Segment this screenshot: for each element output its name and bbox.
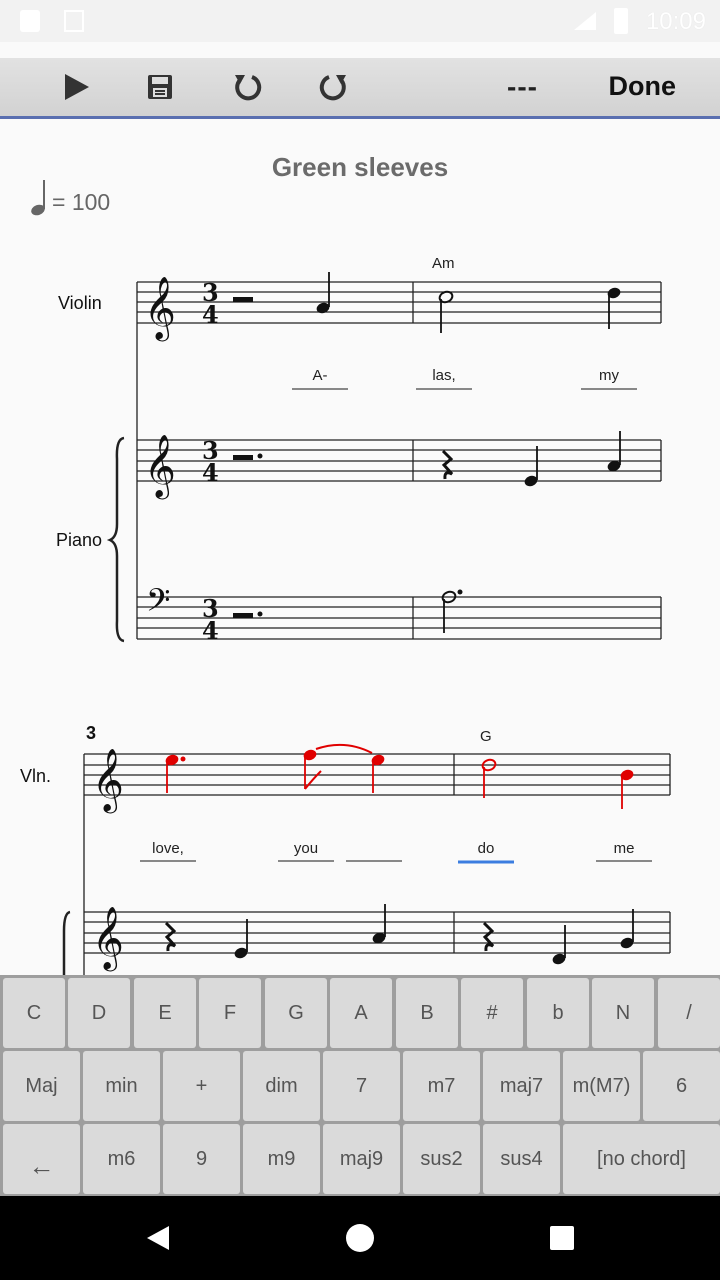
svg-text:𝄞: 𝄞	[144, 434, 176, 500]
key-aug[interactable]: +	[163, 1051, 240, 1121]
key-dim[interactable]: dim	[243, 1051, 320, 1121]
svg-text:4: 4	[202, 616, 219, 645]
play-icon	[65, 74, 89, 100]
key-maj[interactable]: Maj	[3, 1051, 80, 1121]
key-sus4[interactable]: sus4	[483, 1124, 560, 1194]
key-slash[interactable]: /	[658, 978, 720, 1048]
chord-keyboard: C D E F G A B # b N / Maj min + dim 7 m7…	[0, 975, 720, 1196]
notation-canvas: 𝄞 𝄞 𝄢 𝄞 𝄞 34 34 34	[62, 272, 671, 975]
key-maj7[interactable]: maj7	[483, 1051, 560, 1121]
duration-button[interactable]: ---	[507, 71, 538, 103]
score-view[interactable]: Green sleeves = 100 Violin Piano Am A- l…	[0, 119, 720, 975]
home-button[interactable]	[320, 1196, 400, 1280]
undo-icon	[235, 75, 262, 101]
save-icon	[148, 75, 172, 99]
back-triangle-icon	[147, 1226, 169, 1250]
svg-text:4: 4	[202, 300, 219, 329]
battery-icon	[614, 8, 628, 34]
recents-button[interactable]	[522, 1196, 602, 1280]
key-m9[interactable]: m9	[243, 1124, 320, 1194]
key-7[interactable]: 7	[323, 1051, 400, 1121]
save-button[interactable]	[140, 58, 180, 116]
home-circle-icon	[346, 1224, 374, 1252]
key-flat[interactable]: b	[527, 978, 589, 1048]
key-d[interactable]: D	[68, 978, 130, 1048]
sim-card-icon	[20, 10, 40, 32]
backspace-key[interactable]: ←	[3, 1124, 80, 1194]
done-button[interactable]: Done	[609, 71, 677, 102]
svg-text:𝄞: 𝄞	[92, 748, 124, 814]
status-bar: 10:09	[0, 0, 720, 42]
key-a[interactable]: A	[330, 978, 392, 1048]
key-f[interactable]: F	[199, 978, 261, 1048]
key-c[interactable]: C	[3, 978, 65, 1048]
navigation-bar	[0, 1196, 720, 1280]
toolbar: --- Done	[0, 58, 720, 119]
key-9[interactable]: 9	[163, 1124, 240, 1194]
status-time: 10:09	[645, 8, 706, 35]
key-e[interactable]: E	[134, 978, 196, 1048]
key-6[interactable]: 6	[643, 1051, 720, 1121]
key-sus2[interactable]: sus2	[403, 1124, 480, 1194]
key-maj9[interactable]: maj9	[323, 1124, 400, 1194]
redo-icon	[319, 75, 346, 101]
undo-button[interactable]	[226, 58, 268, 116]
redo-button[interactable]	[313, 58, 355, 116]
svg-text:𝄞: 𝄞	[144, 276, 176, 342]
back-button[interactable]	[118, 1196, 198, 1280]
notification-icon	[64, 10, 84, 32]
recents-square-icon	[550, 1226, 574, 1250]
key-b[interactable]: B	[396, 978, 458, 1048]
key-m-maj7[interactable]: m(M7)	[563, 1051, 640, 1121]
key-sharp[interactable]: #	[461, 978, 523, 1048]
key-m7[interactable]: m7	[403, 1051, 480, 1121]
svg-text:𝄞: 𝄞	[92, 906, 124, 972]
key-min[interactable]: min	[83, 1051, 160, 1121]
svg-text:𝄢: 𝄢	[146, 582, 170, 626]
key-m6[interactable]: m6	[83, 1124, 160, 1194]
svg-text:4: 4	[202, 458, 219, 487]
key-n[interactable]: N	[592, 978, 654, 1048]
key-g[interactable]: G	[265, 978, 327, 1048]
key-no-chord[interactable]: [no chord]	[563, 1124, 720, 1194]
signal-icon	[572, 10, 598, 32]
play-button[interactable]	[52, 58, 100, 116]
